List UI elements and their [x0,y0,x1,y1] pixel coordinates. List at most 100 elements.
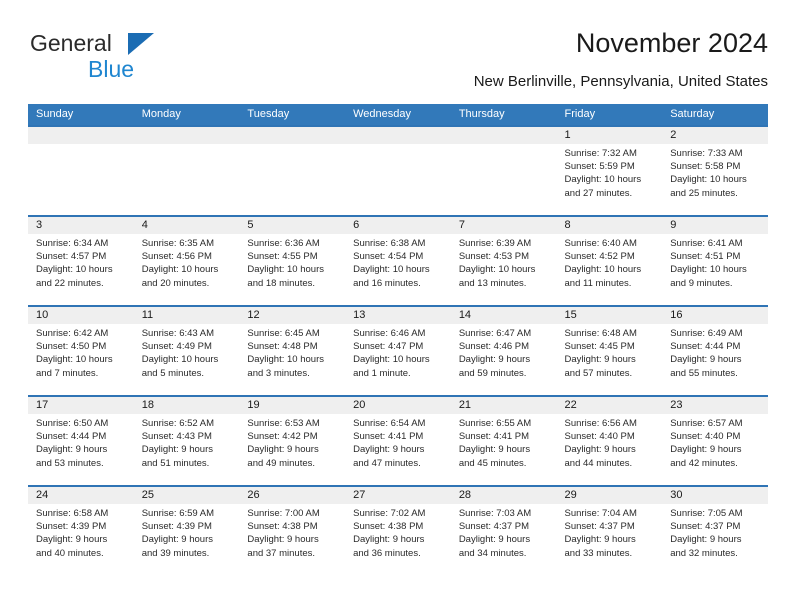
sunset-text: Sunset: 4:40 PM [670,431,741,443]
day-cell-5[interactable]: Sunrise: 6:36 AM Sunset: 4:55 PM Daylight:… [239,234,346,305]
day-number-29[interactable]: 29 [557,487,663,504]
day-cell-4[interactable]: Sunrise: 6:35 AM Sunset: 4:56 PM Daylight:… [133,234,240,305]
day-cell-3[interactable]: Sunrise: 6:34 AM Sunset: 4:57 PM Daylight:… [28,234,134,305]
sunrise-text: Sunrise: 7:02 AM [353,508,426,519]
day-number-6[interactable]: 6 [345,217,451,234]
day-number-13[interactable]: 13 [345,307,451,324]
sunrise-text: Sunrise: 6:59 AM [141,508,215,519]
day-cell-19[interactable]: Sunrise: 6:53 AM Sunset: 4:42 PM Daylight:… [239,414,346,485]
sunset-text: Sunset: 4:38 PM [353,521,424,533]
day-number-8[interactable]: 8 [557,217,663,234]
sunset-text: Sunset: 4:37 PM [670,521,741,533]
day-cell-20[interactable]: Sunrise: 6:54 AM Sunset: 4:41 PM Daylight:… [345,414,451,485]
sunrise-text: Sunrise: 6:36 AM [247,238,320,249]
day-cell-22[interactable]: Sunrise: 6:56 AM Sunset: 4:40 PM Daylight:… [556,414,663,485]
day-number-3[interactable]: 3 [28,217,134,234]
day-number-26[interactable]: 26 [239,487,345,504]
daylight-text: Daylight: 10 hours [353,354,430,366]
day-cell-17[interactable]: Sunrise: 6:50 AM Sunset: 4:44 PM Daylight:… [28,414,134,485]
day-number-12[interactable]: 12 [239,307,345,324]
day-number-1[interactable]: 1 [557,127,663,144]
daylight-text-cont: and 39 minutes. [141,547,210,559]
day-number-16[interactable]: 16 [662,307,768,324]
sunset-text: Sunset: 4:43 PM [141,431,212,443]
day-number-15[interactable]: 15 [557,307,663,324]
daylight-text: Daylight: 9 hours [458,534,531,546]
day-number-7[interactable]: 7 [451,217,557,234]
day-number-19[interactable]: 19 [239,397,345,414]
day-cell-1[interactable]: Sunrise: 7:32 AM Sunset: 5:59 PM Daylight:… [556,144,663,215]
daylight-text-cont: and 22 minutes. [36,277,104,289]
sunrise-text: Sunrise: 6:58 AM [36,508,109,519]
day-cell-26[interactable]: Sunrise: 7:00 AM Sunset: 4:38 PM Daylight:… [239,504,346,575]
day-number-17[interactable]: 17 [28,397,134,414]
day-cell-23[interactable]: Sunrise: 6:57 AM Sunset: 4:40 PM Daylight:… [662,414,768,485]
day-cell-29[interactable]: Sunrise: 7:04 AM Sunset: 4:37 PM Daylight:… [556,504,663,575]
day-number-21[interactable]: 21 [451,397,557,414]
sunrise-text: Sunrise: 6:34 AM [36,238,109,249]
sunrise-text: Sunrise: 6:40 AM [564,238,637,249]
day-number-18[interactable]: 18 [134,397,240,414]
day-cell-7[interactable]: Sunrise: 6:39 AM Sunset: 4:53 PM Daylight:… [450,234,557,305]
daylight-text-cont: and 36 minutes. [353,547,421,559]
week-date-band: 10 11 12 13 14 15 16 [28,307,768,324]
day-cell-27[interactable]: Sunrise: 7:02 AM Sunset: 4:38 PM Daylight:… [345,504,451,575]
sunrise-text: Sunrise: 6:49 AM [670,328,743,339]
daylight-text-cont: and 25 minutes. [670,187,738,199]
day-number-2[interactable]: 2 [662,127,768,144]
day-number-11[interactable]: 11 [134,307,240,324]
day-number-22[interactable]: 22 [557,397,663,414]
day-cell-30[interactable]: Sunrise: 7:05 AM Sunset: 4:37 PM Daylight:… [662,504,768,575]
day-cell-12[interactable]: Sunrise: 6:45 AM Sunset: 4:48 PM Daylight:… [239,324,346,395]
day-cell-25[interactable]: Sunrise: 6:59 AM Sunset: 4:39 PM Daylight:… [133,504,240,575]
day-number-10[interactable]: 10 [28,307,134,324]
day-number-empty [345,127,451,144]
sunrise-text: Sunrise: 6:38 AM [353,238,426,249]
day-cell-13[interactable]: Sunrise: 6:46 AM Sunset: 4:47 PM Daylight:… [345,324,451,395]
day-number-27[interactable]: 27 [345,487,451,504]
sunset-text: Sunset: 4:41 PM [353,431,424,443]
day-number-23[interactable]: 23 [662,397,768,414]
day-cell-11[interactable]: Sunrise: 6:43 AM Sunset: 4:49 PM Daylight:… [133,324,240,395]
daylight-text: Daylight: 10 hours [36,264,113,276]
day-cell-18[interactable]: Sunrise: 6:52 AM Sunset: 4:43 PM Daylight:… [133,414,240,485]
day-cell-28[interactable]: Sunrise: 7:03 AM Sunset: 4:37 PM Daylight:… [450,504,557,575]
day-cell-16[interactable]: Sunrise: 6:49 AM Sunset: 4:44 PM Daylight:… [662,324,768,395]
day-cell-8[interactable]: Sunrise: 6:40 AM Sunset: 4:52 PM Daylight:… [556,234,663,305]
day-number-empty [451,127,557,144]
weekday-header-wednesday: Wednesday [353,108,411,120]
sunset-text: Sunset: 4:37 PM [458,521,530,533]
day-cell-2[interactable]: Sunrise: 7:33 AM Sunset: 5:58 PM Daylight:… [662,144,768,215]
day-number-30[interactable]: 30 [662,487,768,504]
daylight-text-cont: and 53 minutes. [36,457,104,469]
day-number-4[interactable]: 4 [134,217,240,234]
sunrise-text: Sunrise: 7:05 AM [670,508,743,519]
day-number-28[interactable]: 28 [451,487,557,504]
sunset-text: Sunset: 4:37 PM [564,521,635,533]
day-cell-9[interactable]: Sunrise: 6:41 AM Sunset: 4:51 PM Daylight:… [662,234,768,305]
daylight-text-cont: and 49 minutes. [247,457,316,469]
day-number-24[interactable]: 24 [28,487,134,504]
daylight-text: Daylight: 9 hours [564,534,636,546]
day-cell-6[interactable]: Sunrise: 6:38 AM Sunset: 4:54 PM Daylight:… [345,234,451,305]
day-cell-15[interactable]: Sunrise: 6:48 AM Sunset: 4:45 PM Daylight:… [556,324,663,395]
weekday-header-saturday: Saturday [670,108,715,120]
day-number-9[interactable]: 9 [662,217,768,234]
day-number-5[interactable]: 5 [239,217,345,234]
sunrise-text: Sunrise: 6:46 AM [353,328,426,339]
day-number-25[interactable]: 25 [134,487,240,504]
day-cell-24[interactable]: Sunrise: 6:58 AM Sunset: 4:39 PM Daylight:… [28,504,134,575]
day-cell-14[interactable]: Sunrise: 6:47 AM Sunset: 4:46 PM Daylight:… [450,324,557,395]
week-detail-band: Sunrise: 6:34 AM Sunset: 4:57 PM Daylight:… [28,234,768,305]
day-cell-10[interactable]: Sunrise: 6:42 AM Sunset: 4:50 PM Daylight:… [28,324,134,395]
daylight-text: Daylight: 10 hours [141,354,219,366]
day-cell-empty [450,144,557,215]
daylight-text-cont: and 5 minutes. [141,367,205,379]
daylight-text-cont: and 1 minute. [353,367,411,379]
general-blue-logo[interactable]: General Blue [28,30,218,86]
day-number-14[interactable]: 14 [451,307,557,324]
sunset-text: Sunset: 4:55 PM [247,251,318,263]
day-cell-21[interactable]: Sunrise: 6:55 AM Sunset: 4:41 PM Daylight:… [450,414,557,485]
calendar-page: General Blue November 2024 New Berlinvil… [0,0,792,612]
day-number-20[interactable]: 20 [345,397,451,414]
